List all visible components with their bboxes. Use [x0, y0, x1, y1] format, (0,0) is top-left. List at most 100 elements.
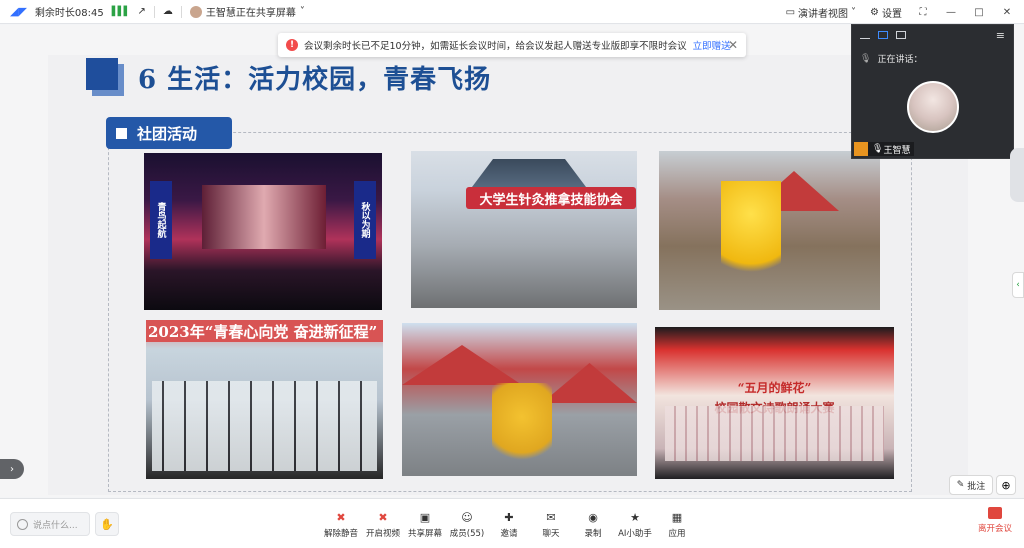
leave-meeting-label: 离开会议: [977, 524, 1012, 534]
members-label: 成员(55): [449, 528, 485, 539]
chat-button[interactable]: ✉ 聊天: [530, 505, 572, 545]
participant-name-tag: 🎙 王智慧: [854, 142, 915, 156]
chevron-down-icon: ˅: [299, 6, 305, 17]
start-video-label: 开启视频: [365, 528, 400, 539]
participant-name: 王智慧: [883, 145, 911, 156]
pen-icon: ✎: [956, 480, 965, 490]
layout-minimize-icon[interactable]: [860, 31, 870, 39]
sharing-status[interactable]: 王智慧正在共享屏幕 ˅: [189, 4, 305, 19]
bottom-toolbar: 说点什么... ✋ ✖ 解除静音 ✖ 开启视频 ▣ 共享屏幕 ☺ 成员(55) …: [0, 498, 1024, 548]
mascot-figure: [492, 383, 552, 468]
right-edge-handle[interactable]: [1010, 148, 1024, 202]
tent-roof: [542, 363, 637, 403]
cloud-icon[interactable]: ☁: [163, 6, 173, 17]
top-bar-left: ◢◤ 剩余时长08:45 ▌▌▌ ↗ ☁ 王智慧正在共享屏幕 ˅: [0, 4, 305, 19]
view-mode-button[interactable]: ▭ 演讲者视图 ˅: [786, 5, 856, 20]
record-label: 录制: [584, 528, 602, 539]
microphone-icon: 🎙: [872, 144, 884, 154]
unmute-button[interactable]: ✖ 解除静音: [320, 505, 362, 545]
unmute-label: 解除静音: [323, 528, 358, 539]
apps-label: 应用: [668, 528, 686, 539]
chevron-down-icon: ˅: [851, 6, 857, 18]
chat-placeholder: 说点什么...: [33, 520, 78, 531]
participant-avatar[interactable]: [907, 81, 959, 133]
annotate-button[interactable]: ✎ 批注: [949, 475, 993, 495]
title-decoration: [86, 58, 118, 90]
photo-poetry-recital: “五月的鲜花” 校园散文诗歌朗诵大赛: [655, 327, 894, 479]
photo-lion-dance: [659, 151, 880, 310]
camera-off-icon: ✖: [378, 511, 388, 524]
stage-screen: [202, 185, 326, 249]
ai-assistant-icon: ★: [630, 511, 640, 524]
tent-roof: [402, 345, 522, 385]
close-icon[interactable]: ✕: [1000, 7, 1014, 18]
leave-meeting-button[interactable]: 离开会议: [978, 507, 1012, 534]
microphone-icon: 🎙: [860, 53, 872, 64]
fullscreen-icon[interactable]: ⛶: [916, 7, 930, 18]
booth-banner: 大学生针灸推拿技能协会: [466, 187, 636, 209]
video-panel: ≡ 🎙 正在讲话： 🎙 王智慧: [851, 24, 1014, 159]
recital-performers: [665, 406, 884, 461]
microphone-off-icon: ✖: [336, 511, 346, 524]
invite-icon: ✚: [504, 511, 514, 524]
presenter-avatar: [189, 5, 202, 18]
view-mode-label: 演讲者视图: [798, 8, 849, 20]
members-icon: ☺: [461, 511, 473, 524]
chat-input[interactable]: 说点什么...: [10, 512, 90, 536]
lion-dancer: [721, 181, 781, 291]
start-video-button[interactable]: ✖ 开启视频: [362, 505, 404, 545]
speaking-indicator: 🎙 正在讲话：: [860, 52, 923, 66]
close-icon[interactable]: ✕: [728, 38, 738, 52]
settings-label: 设置: [882, 8, 902, 20]
photo-acupuncture-booth: 大学生针灸推拿技能协会: [411, 151, 637, 308]
external-link-icon[interactable]: ↗: [138, 6, 146, 17]
photo-stage-performance: 青鸟起航 秋以为期: [144, 153, 382, 310]
choir-members: [152, 381, 377, 471]
square-bullet-icon: [116, 127, 127, 139]
minimize-icon[interactable]: —: [944, 7, 958, 18]
share-screen-button[interactable]: ▣ 共享屏幕: [404, 505, 446, 545]
photo-mascot-fair: [402, 323, 637, 476]
apps-icon: ▦: [671, 511, 683, 524]
speaking-label: 正在讲话：: [877, 55, 923, 65]
monitor-icon: ▭: [785, 6, 796, 18]
record-button[interactable]: ◉ 录制: [572, 505, 614, 545]
settings-button[interactable]: ⚙ 设置: [870, 5, 902, 20]
invite-button[interactable]: ✚ 邀请: [488, 505, 530, 545]
gift-now-link[interactable]: 立即赠送: [693, 38, 731, 52]
layout-single-icon[interactable]: [878, 31, 888, 39]
app-logo-icon: ◢◤: [10, 5, 27, 18]
apps-button[interactable]: ▦ 应用: [656, 505, 698, 545]
section-tag: 社团活动: [106, 117, 232, 149]
divider: [180, 5, 182, 18]
emoji-icon[interactable]: [17, 518, 28, 530]
annotate-label: 批注: [967, 481, 986, 492]
record-icon: ◉: [588, 511, 598, 524]
host-badge-icon: [854, 142, 868, 156]
ai-assistant-button[interactable]: ★ AI小助手: [614, 505, 656, 545]
sharing-label: 王智慧正在共享屏幕: [205, 8, 296, 19]
chat-label: 聊天: [542, 528, 560, 539]
divider: [153, 5, 155, 18]
signal-icon[interactable]: ▌▌▌: [112, 7, 131, 17]
layout-list-icon[interactable]: [896, 31, 906, 39]
choir-banner: 2023年“青春心向党 奋进新征程”: [146, 320, 383, 342]
maximize-icon[interactable]: □: [972, 7, 986, 18]
stage-pillar-left: 青鸟起航: [150, 181, 172, 259]
slide-title: 6 生活：活力校园，青春飞扬: [138, 65, 492, 95]
members-button[interactable]: ☺ 成员(55): [446, 505, 488, 545]
collapse-panel-button[interactable]: ‹: [1012, 272, 1024, 298]
expand-sidebar-button[interactable]: ›: [0, 459, 24, 479]
meeting-app: ◢◤ 剩余时长08:45 ▌▌▌ ↗ ☁ 王智慧正在共享屏幕 ˅ ▭ 演讲者视图…: [0, 0, 1024, 548]
share-screen-icon: ▣: [419, 511, 431, 524]
exit-icon: [987, 507, 1002, 519]
invite-label: 邀请: [500, 528, 518, 539]
zoom-icon[interactable]: ⊕: [996, 475, 1016, 495]
time-limit-notice: ! 会议剩余时长已不足10分钟，如需延长会议时间，给会议发起人赠送专业版即享不限…: [278, 33, 746, 57]
menu-icon[interactable]: ≡: [996, 29, 1005, 42]
video-panel-toolbar: ≡: [852, 25, 1013, 45]
top-bar-right: ▭ 演讲者视图 ˅ ⚙ 设置 ⛶ — □ ✕: [786, 0, 1024, 24]
warning-icon: !: [286, 39, 298, 51]
section-label: 社团活动: [137, 124, 198, 143]
raise-hand-icon[interactable]: ✋: [95, 512, 119, 536]
